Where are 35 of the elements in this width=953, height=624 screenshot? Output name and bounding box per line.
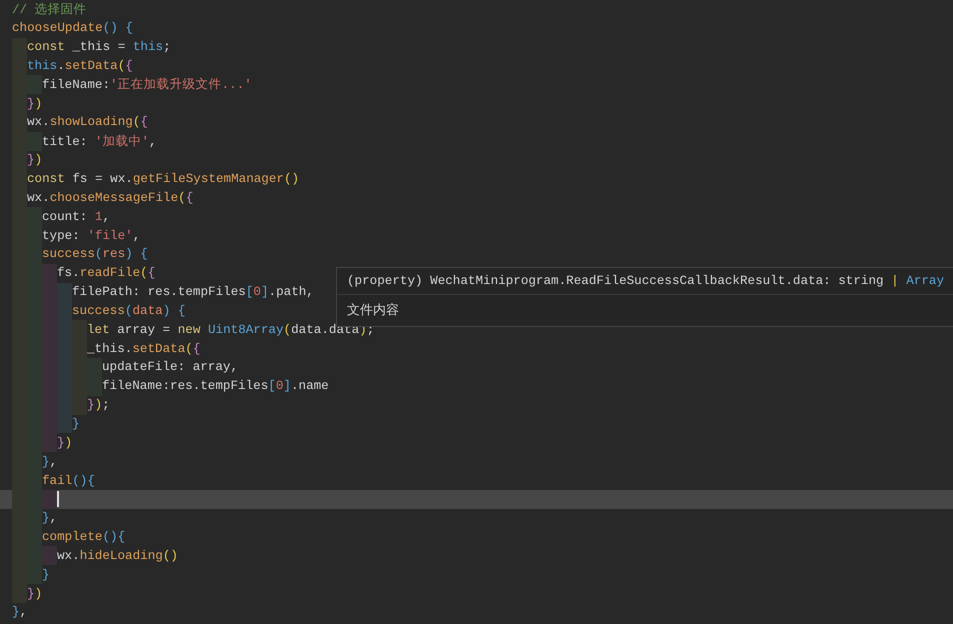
code-text: count: 1, (42, 210, 110, 224)
code-text: fileName:res.tempFiles[0].name (102, 379, 329, 394)
tooltip-signature: (property) WechatMiniprogram.ReadFileSuccessCallbackResult.data: string | Array (337, 268, 953, 295)
code-text: }, (42, 454, 58, 469)
code-text: }) (57, 436, 72, 450)
code-text: // 选择固件 (12, 2, 87, 18)
code-text: _this.setData({ (87, 342, 200, 356)
code-text: success(data) { (72, 304, 186, 318)
code-text: } (42, 568, 50, 582)
code-text: }) (27, 96, 42, 111)
code-text: filePath: res.tempFiles[0].path, (72, 285, 314, 300)
code-text: wx.showLoading({ (27, 115, 148, 130)
code-text: const fs = wx.getFileSystemManager() (27, 172, 300, 186)
code-text: success(res) { (42, 247, 148, 262)
code-text: }, (42, 511, 58, 526)
code-text: }); (87, 398, 110, 412)
code-text: fileName:'正在加载升级文件...' (42, 76, 252, 94)
code-text: title: '加载中', (42, 134, 157, 150)
text-cursor (57, 491, 59, 508)
code-text: fail(){ (42, 474, 95, 488)
code-text: this.setData({ (27, 58, 133, 73)
code-text: const _this = this; (27, 40, 171, 54)
indent-guide (42, 490, 57, 509)
code-text: type: 'file', (42, 228, 140, 243)
code-text: }) (27, 153, 42, 168)
code-text: }, (12, 605, 28, 620)
tooltip-description: 文件内容 (346, 302, 400, 320)
code-text: fs.readFile({ (57, 266, 156, 280)
code-text: wx.hideLoading() (57, 548, 178, 563)
code-text: } (72, 416, 80, 431)
code-text: chooseUpdate() { (12, 21, 133, 36)
code-text: updateFile: array, (102, 360, 238, 374)
code-text: }) (27, 586, 42, 601)
code-text: complete(){ (42, 530, 126, 544)
code-text: wx.chooseMessageFile({ (27, 190, 194, 205)
